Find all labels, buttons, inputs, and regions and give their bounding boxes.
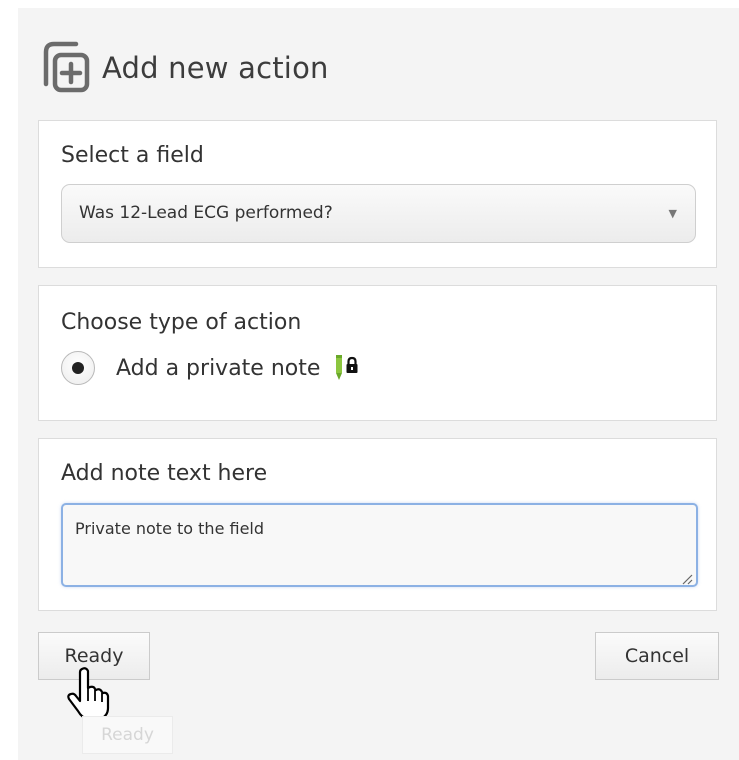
private-note-icon <box>334 352 362 384</box>
add-action-panel: Add new action Select a field Was 12-Lea… <box>18 8 739 760</box>
action-type-card: Choose type of action Add a private note <box>38 285 717 421</box>
note-text-label: Add note text here <box>61 461 268 486</box>
add-action-icon <box>38 38 94 98</box>
field-select-value: Was 12-Lead ECG performed? <box>79 203 333 223</box>
private-note-option-label: Add a private note <box>116 355 321 381</box>
page-title: Add new action <box>102 51 329 85</box>
hand-cursor-icon <box>66 666 116 722</box>
dropdown-arrow-icon: ▼ <box>668 207 677 220</box>
note-text-card: Add note text here Private note to the f… <box>38 438 717 611</box>
cancel-button[interactable]: Cancel <box>595 632 719 680</box>
private-note-radio[interactable] <box>61 351 95 385</box>
action-type-label: Choose type of action <box>61 310 302 335</box>
private-note-option[interactable]: Add a private note <box>61 348 362 388</box>
select-field-label: Select a field <box>61 143 204 168</box>
note-textarea-value: Private note to the field <box>75 519 265 538</box>
resize-grip-icon[interactable] <box>681 570 693 585</box>
radio-selected-dot <box>72 362 84 374</box>
ready-tooltip: Ready <box>82 716 173 754</box>
field-card: Select a field Was 12-Lead ECG performed… <box>38 120 717 268</box>
field-select[interactable]: Was 12-Lead ECG performed? ▼ <box>61 184 696 243</box>
note-textarea[interactable]: Private note to the field <box>61 503 698 587</box>
panel-header: Add new action <box>38 38 329 98</box>
